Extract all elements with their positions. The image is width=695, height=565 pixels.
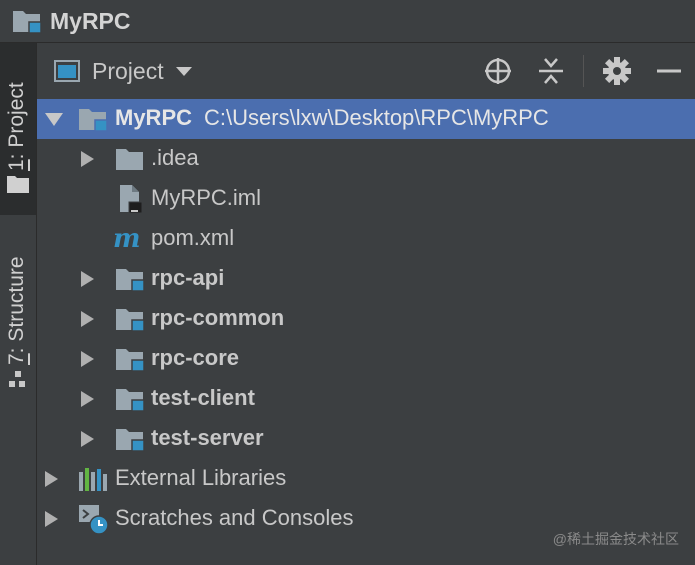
- tree-row-test-server[interactable]: test-server: [37, 419, 695, 459]
- tree-row-rpc-common[interactable]: rpc-common: [37, 299, 695, 339]
- structure-tab-label: 7: Structure: [5, 256, 28, 365]
- tree-row-external-libraries[interactable]: External Libraries: [37, 459, 695, 499]
- module-folder-icon: [115, 306, 145, 332]
- toolbar-separator: [583, 55, 584, 87]
- tree-row-pom[interactable]: m pom.xml: [37, 219, 695, 259]
- tree-row-iml[interactable]: MyRPC.iml: [37, 179, 695, 219]
- gear-icon[interactable]: [601, 55, 633, 87]
- watermark: @稀土掘金技术社区: [552, 531, 679, 547]
- expand-arrow-icon[interactable]: [81, 271, 94, 287]
- tree-item-label: test-client: [151, 385, 255, 410]
- root-module-path: C:\Users\lxw\Desktop\RPC\MyRPC: [204, 105, 549, 130]
- tree-item-label: rpc-common: [151, 305, 285, 330]
- tree-row-rpc-core[interactable]: rpc-core: [37, 339, 695, 379]
- minimize-icon[interactable]: [653, 55, 685, 87]
- tree-item-label: .idea: [151, 145, 199, 170]
- tree-item-label: test-server: [151, 425, 264, 450]
- window-title-bar: MyRPC: [0, 0, 695, 43]
- expand-arrow-icon[interactable]: [81, 351, 94, 367]
- project-tab-label: 1: Project: [5, 82, 28, 171]
- tree-row-rpc-api[interactable]: rpc-api: [37, 259, 695, 299]
- tree-item-label: External Libraries: [115, 465, 287, 490]
- root-module-name: MyRPC: [115, 105, 193, 130]
- window-title: MyRPC: [50, 7, 131, 34]
- chevron-down-icon[interactable]: [175, 66, 192, 76]
- project-view-icon: [54, 60, 80, 82]
- structure-icon: [7, 369, 29, 396]
- module-folder-icon: [78, 106, 108, 132]
- expand-arrow-icon[interactable]: [81, 311, 94, 327]
- project-folder-icon: [12, 8, 42, 34]
- module-folder-icon: [115, 386, 145, 412]
- locate-icon[interactable]: [482, 55, 514, 87]
- collapse-all-icon[interactable]: [535, 55, 567, 87]
- tree-item-label: Scratches and Consoles: [115, 505, 354, 530]
- expand-arrow-icon[interactable]: [81, 391, 94, 407]
- project-tool-tab[interactable]: 1: Project: [0, 43, 36, 215]
- tree-root-row[interactable]: MyRPC C:\Users\lxw\Desktop\RPC\MyRPC: [37, 99, 695, 139]
- tree-row-idea[interactable]: .idea: [37, 139, 695, 179]
- project-tree: MyRPC C:\Users\lxw\Desktop\RPC\MyRPC .ide…: [37, 99, 695, 565]
- iml-file-icon: [117, 184, 147, 214]
- collapse-arrow-icon[interactable]: [45, 113, 63, 126]
- module-folder-icon: [115, 346, 145, 372]
- tree-item-label: rpc-core: [151, 345, 240, 370]
- folder-icon: [115, 146, 145, 172]
- expand-arrow-icon[interactable]: [45, 471, 58, 487]
- tree-item-label: rpc-api: [151, 265, 225, 290]
- expand-arrow-icon[interactable]: [81, 151, 94, 167]
- view-selector-label[interactable]: Project: [92, 58, 164, 85]
- project-tool-window-header: Project: [37, 43, 695, 99]
- tree-item-label: MyRPC.iml: [151, 185, 261, 210]
- module-folder-icon: [115, 426, 145, 452]
- maven-icon: m: [113, 224, 141, 254]
- structure-tool-tab[interactable]: 7: Structure: [0, 231, 36, 396]
- expand-arrow-icon[interactable]: [45, 511, 58, 527]
- module-folder-icon: [115, 266, 145, 292]
- tree-item-label: pom.xml: [151, 225, 235, 250]
- tree-row-test-client[interactable]: test-client: [37, 379, 695, 419]
- libraries-icon: [78, 466, 108, 492]
- folder-icon: [7, 175, 29, 198]
- scratches-icon: [78, 503, 109, 535]
- expand-arrow-icon[interactable]: [81, 431, 94, 447]
- left-tool-strip: 1: Project 7: Structure: [0, 43, 37, 565]
